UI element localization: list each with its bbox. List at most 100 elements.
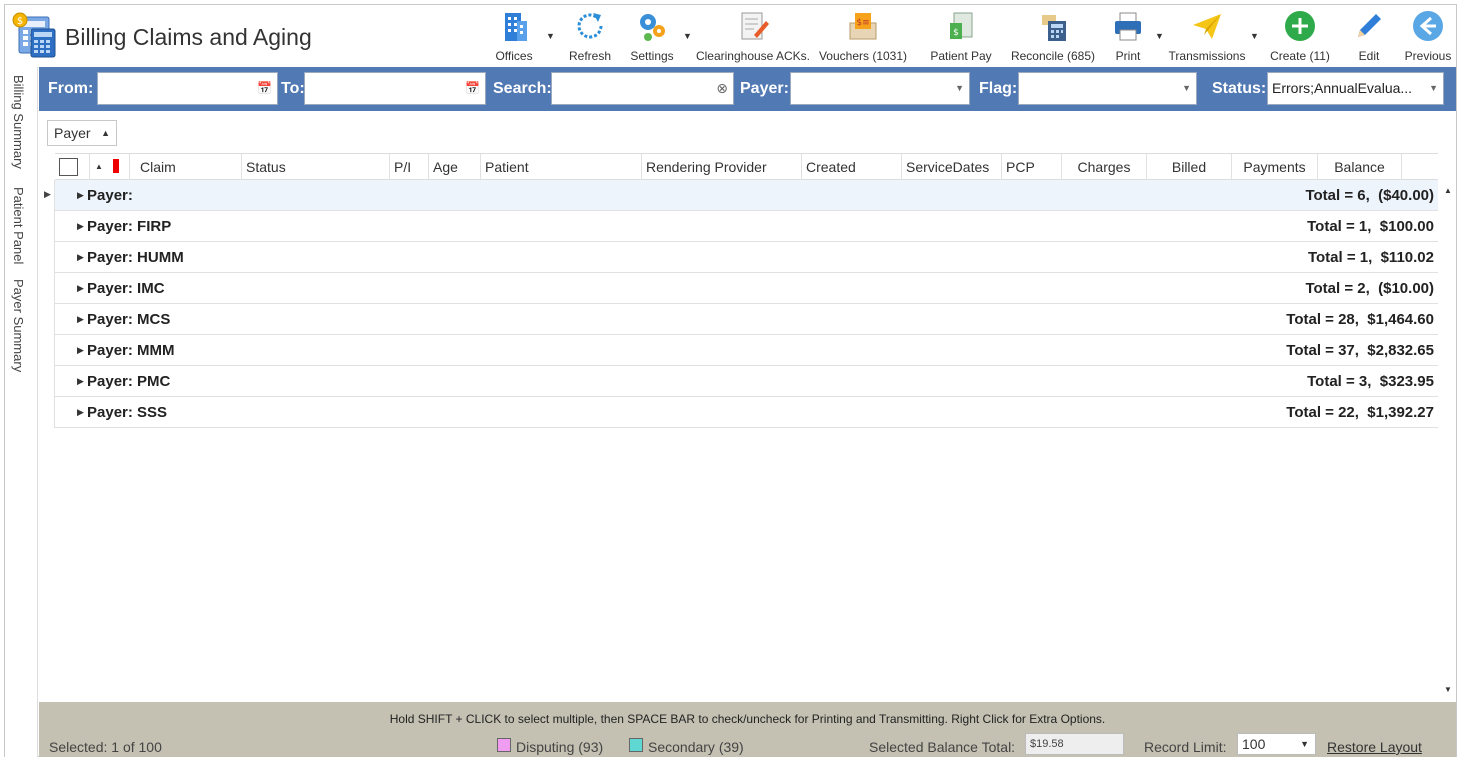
- svg-text:$: $: [17, 16, 23, 27]
- select-all-checkbox[interactable]: [59, 158, 78, 176]
- header-bar: $ Billing Claims and Aging Offices ▼ Ref…: [5, 5, 1456, 67]
- column-rendering-provider[interactable]: Rendering Provider: [642, 154, 802, 180]
- scroll-down-icon[interactable]: ▼: [1441, 683, 1455, 697]
- billing-app-icon: $: [12, 12, 56, 58]
- offices-icon: [505, 13, 527, 41]
- refresh-icon: [577, 13, 603, 39]
- group-row[interactable]: ▶ Payer: IMC Total = 2, ($10.00): [55, 273, 1438, 304]
- vertical-scrollbar[interactable]: ▲ ▼: [1441, 180, 1455, 701]
- expand-icon[interactable]: ▶: [77, 180, 84, 211]
- offices-button[interactable]: Offices: [483, 9, 545, 65]
- refresh-button[interactable]: Refresh: [565, 9, 615, 65]
- from-date-field[interactable]: 📅: [97, 72, 278, 105]
- expand-icon[interactable]: ▶: [77, 397, 84, 428]
- chevron-down-icon: ▼: [1300, 739, 1309, 749]
- settings-button[interactable]: Settings: [624, 9, 680, 65]
- add-circle-icon: [1285, 11, 1315, 41]
- calendar-icon[interactable]: 📅: [257, 73, 272, 104]
- expand-icon[interactable]: ▶: [77, 273, 84, 304]
- group-row[interactable]: ▶ Payer: Total = 6, ($40.00): [55, 180, 1438, 211]
- app-title: Billing Claims and Aging: [65, 24, 312, 50]
- group-row[interactable]: ▶ Payer: MMM Total = 37, $2,832.65: [55, 335, 1438, 366]
- restore-layout-link[interactable]: Restore Layout: [1327, 739, 1422, 755]
- to-date-field[interactable]: 📅: [304, 72, 486, 105]
- tab-patient-panel[interactable]: Patient Panel: [11, 187, 26, 264]
- group-row[interactable]: ▶ Payer: SSS Total = 22, $1,392.27: [55, 397, 1438, 428]
- printer-icon: [1115, 12, 1141, 41]
- column-billed[interactable]: Billed: [1147, 154, 1232, 180]
- column-claim[interactable]: Claim: [136, 154, 242, 180]
- group-row[interactable]: ▶ Payer: MCS Total = 28, $1,464.60: [55, 304, 1438, 335]
- column-age[interactable]: Age: [429, 154, 481, 180]
- from-label: From:: [48, 80, 94, 97]
- print-dropdown-icon[interactable]: ▼: [1155, 31, 1164, 41]
- expand-icon[interactable]: ▶: [77, 366, 84, 397]
- search-input[interactable]: ⊗: [551, 72, 734, 105]
- tab-billing-summary[interactable]: Billing Summary: [11, 75, 26, 169]
- column-pi[interactable]: P/I: [390, 154, 429, 180]
- expand-icon[interactable]: ▶: [77, 242, 84, 273]
- tab-payer-summary[interactable]: Payer Summary: [11, 279, 26, 372]
- expand-icon[interactable]: ▶: [77, 304, 84, 335]
- settings-dropdown-icon[interactable]: ▼: [683, 31, 692, 41]
- main-window: $ Billing Claims and Aging Offices ▼ Ref…: [4, 4, 1457, 757]
- reconcile-button[interactable]: Reconcile (685): [1007, 9, 1099, 65]
- sort-up-icon: ▲: [101, 128, 110, 138]
- flag-column[interactable]: [110, 154, 130, 180]
- print-button[interactable]: Print: [1105, 9, 1151, 65]
- expand-icon[interactable]: ▶: [77, 211, 84, 242]
- svg-text:$: $: [953, 28, 959, 38]
- status-select[interactable]: Errors;AnnualEvalua... ▼: [1267, 72, 1444, 105]
- column-created[interactable]: Created: [802, 154, 902, 180]
- column-service-dates[interactable]: ServiceDates: [902, 154, 1002, 180]
- flag-select[interactable]: ▼: [1018, 72, 1197, 105]
- payer-label: Payer:: [740, 80, 789, 97]
- vouchers-icon: $≡: [849, 13, 877, 40]
- flag-label: Flag:: [979, 80, 1018, 97]
- record-limit-select[interactable]: 100 ▼: [1237, 733, 1316, 755]
- vouchers-button[interactable]: $≡ Vouchers (1031): [817, 9, 909, 65]
- group-row[interactable]: ▶ Payer: PMC Total = 3, $323.95: [55, 366, 1438, 397]
- column-pcp[interactable]: PCP: [1002, 154, 1062, 180]
- flag-icon: [113, 159, 119, 173]
- patient-pay-button[interactable]: $ Patient Pay: [927, 9, 995, 65]
- create-button[interactable]: Create (11): [1267, 9, 1333, 65]
- group-row[interactable]: ▶ Payer: FIRP Total = 1, $100.00: [55, 211, 1438, 242]
- side-tab-strip: Billing Summary Patient Panel Payer Summ…: [5, 67, 38, 757]
- pencil-icon: [1358, 14, 1381, 37]
- grid-rows: ▶ Payer: Total = 6, ($40.00) ▶ Payer: FI…: [55, 180, 1438, 428]
- record-limit-label: Record Limit:: [1144, 739, 1227, 755]
- claims-grid: ▲ Claim Status P/I Age Patient Rendering…: [39, 153, 1456, 701]
- disputing-swatch: [497, 738, 511, 752]
- selected-balance-field: $19.58: [1025, 733, 1124, 755]
- transmissions-dropdown-icon[interactable]: ▼: [1250, 31, 1259, 41]
- secondary-legend: Secondary (39): [648, 739, 744, 755]
- offices-dropdown-icon[interactable]: ▼: [546, 31, 555, 41]
- disputing-legend: Disputing (93): [516, 739, 604, 755]
- column-charges[interactable]: Charges: [1062, 154, 1147, 180]
- search-label: Search:: [493, 80, 552, 97]
- column-payments[interactable]: Payments: [1232, 154, 1318, 180]
- expand-icon[interactable]: ▶: [77, 335, 84, 366]
- column-patient[interactable]: Patient: [481, 154, 642, 180]
- scroll-up-icon[interactable]: ▲: [1441, 184, 1455, 198]
- edit-button[interactable]: Edit: [1347, 9, 1391, 65]
- group-by-payer-chip[interactable]: Payer ▲: [47, 120, 117, 146]
- back-arrow-icon: [1413, 11, 1443, 41]
- gear-icon: [640, 14, 665, 41]
- secondary-swatch: [629, 738, 643, 752]
- clear-search-icon[interactable]: ⊗: [716, 73, 728, 104]
- grid-header: ▲ Claim Status P/I Age Patient Rendering…: [55, 153, 1438, 180]
- sort-up-icon[interactable]: ▲: [95, 154, 103, 180]
- transmissions-button[interactable]: Transmissions: [1167, 9, 1247, 65]
- filter-bar: From: 📅 To: 📅 Search: ⊗ Payer: ▼ Flag: ▼…: [39, 67, 1456, 111]
- column-status[interactable]: Status: [242, 154, 390, 180]
- column-balance[interactable]: Balance: [1318, 154, 1402, 180]
- payer-select[interactable]: ▼: [790, 72, 970, 105]
- clearinghouse-acks-button[interactable]: Clearinghouse ACKs.: [695, 9, 811, 65]
- previous-button[interactable]: Previous: [1401, 9, 1455, 65]
- current-row-indicator-icon: ▶: [44, 189, 51, 199]
- group-row[interactable]: ▶ Payer: HUMM Total = 1, $110.02: [55, 242, 1438, 273]
- chevron-down-icon: ▼: [955, 83, 964, 93]
- calendar-icon[interactable]: 📅: [465, 73, 480, 104]
